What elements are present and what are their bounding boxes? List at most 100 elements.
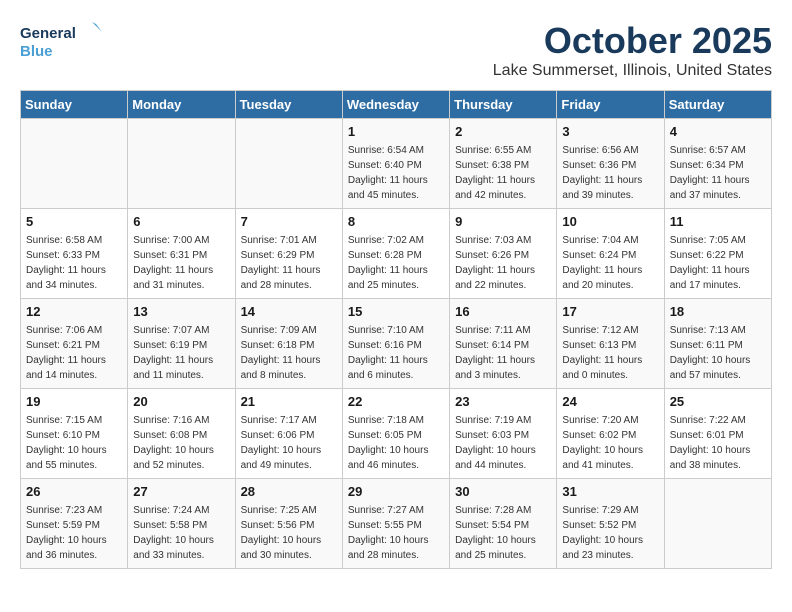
calendar-cell: 25 Sunrise: 7:22 AM Sunset: 6:01 PM Dayli… bbox=[664, 389, 771, 479]
day-info: Sunrise: 7:06 AM Sunset: 6:21 PM Dayligh… bbox=[26, 323, 122, 383]
day-info: Sunrise: 6:57 AM Sunset: 6:34 PM Dayligh… bbox=[670, 143, 766, 203]
day-number: 12 bbox=[26, 303, 122, 321]
day-number: 9 bbox=[455, 213, 551, 231]
day-number: 22 bbox=[348, 393, 444, 411]
svg-text:General: General bbox=[20, 25, 76, 42]
column-header-monday: Monday bbox=[128, 91, 235, 119]
calendar-cell: 31 Sunrise: 7:29 AM Sunset: 5:52 PM Dayli… bbox=[557, 479, 664, 569]
calendar-cell: 15Sunrise: 7:10 AM Sunset: 6:16 PM Dayli… bbox=[342, 299, 449, 389]
month-title: October 2025 bbox=[493, 20, 772, 62]
logo: General Blue bbox=[20, 20, 110, 64]
calendar-cell: 18Sunrise: 7:13 AM Sunset: 6:11 PM Dayli… bbox=[664, 299, 771, 389]
day-info: Sunrise: 7:20 AM Sunset: 6:02 PM Dayligh… bbox=[562, 413, 658, 473]
calendar-cell bbox=[128, 119, 235, 209]
calendar-cell: 20 Sunrise: 7:16 AM Sunset: 6:08 PM Dayli… bbox=[128, 389, 235, 479]
calendar-cell: 11 Sunrise: 7:05 AM Sunset: 6:22 PM Dayli… bbox=[664, 209, 771, 299]
calendar-cell: 30 Sunrise: 7:28 AM Sunset: 5:54 PM Dayli… bbox=[450, 479, 557, 569]
page-header: General Blue October 2025 Lake Summerset… bbox=[20, 20, 772, 80]
day-number: 4 bbox=[670, 123, 766, 141]
column-header-saturday: Saturday bbox=[664, 91, 771, 119]
day-info: Sunrise: 6:55 AM Sunset: 6:38 PM Dayligh… bbox=[455, 143, 551, 203]
day-info: Sunrise: 7:19 AM Sunset: 6:03 PM Dayligh… bbox=[455, 413, 551, 473]
calendar-cell: 5Sunrise: 6:58 AM Sunset: 6:33 PM Daylig… bbox=[21, 209, 128, 299]
calendar-week-3: 12 Sunrise: 7:06 AM Sunset: 6:21 PM Dayli… bbox=[21, 299, 772, 389]
calendar-cell: 9 Sunrise: 7:03 AM Sunset: 6:26 PM Daylig… bbox=[450, 209, 557, 299]
calendar-week-1: 1 Sunrise: 6:54 AM Sunset: 6:40 PM Daylig… bbox=[21, 119, 772, 209]
title-section: October 2025 Lake Summerset, Illinois, U… bbox=[493, 20, 772, 80]
day-info: Sunrise: 7:15 AM Sunset: 6:10 PM Dayligh… bbox=[26, 413, 122, 473]
day-info: Sunrise: 7:04 AM Sunset: 6:24 PM Dayligh… bbox=[562, 233, 658, 293]
calendar-cell bbox=[235, 119, 342, 209]
day-info: Sunrise: 7:01 AM Sunset: 6:29 PM Dayligh… bbox=[241, 233, 337, 293]
day-info: Sunrise: 7:25 AM Sunset: 5:56 PM Dayligh… bbox=[241, 503, 337, 563]
calendar-cell: 3 Sunrise: 6:56 AM Sunset: 6:36 PM Daylig… bbox=[557, 119, 664, 209]
day-number: 6 bbox=[133, 213, 229, 231]
calendar-cell: 22 Sunrise: 7:18 AM Sunset: 6:05 PM Dayli… bbox=[342, 389, 449, 479]
calendar-cell: 4 Sunrise: 6:57 AM Sunset: 6:34 PM Daylig… bbox=[664, 119, 771, 209]
day-info: Sunrise: 6:54 AM Sunset: 6:40 PM Dayligh… bbox=[348, 143, 444, 203]
calendar-cell: 10Sunrise: 7:04 AM Sunset: 6:24 PM Dayli… bbox=[557, 209, 664, 299]
day-info: Sunrise: 6:58 AM Sunset: 6:33 PM Dayligh… bbox=[26, 233, 122, 293]
day-info: Sunrise: 7:18 AM Sunset: 6:05 PM Dayligh… bbox=[348, 413, 444, 473]
day-number: 7 bbox=[241, 213, 337, 231]
calendar-cell: 1 Sunrise: 6:54 AM Sunset: 6:40 PM Daylig… bbox=[342, 119, 449, 209]
day-info: Sunrise: 6:56 AM Sunset: 6:36 PM Dayligh… bbox=[562, 143, 658, 203]
day-number: 25 bbox=[670, 393, 766, 411]
day-number: 21 bbox=[241, 393, 337, 411]
calendar-cell: 24Sunrise: 7:20 AM Sunset: 6:02 PM Dayli… bbox=[557, 389, 664, 479]
day-number: 27 bbox=[133, 483, 229, 501]
day-number: 14 bbox=[241, 303, 337, 321]
day-number: 28 bbox=[241, 483, 337, 501]
day-info: Sunrise: 7:03 AM Sunset: 6:26 PM Dayligh… bbox=[455, 233, 551, 293]
day-info: Sunrise: 7:23 AM Sunset: 5:59 PM Dayligh… bbox=[26, 503, 122, 563]
day-info: Sunrise: 7:24 AM Sunset: 5:58 PM Dayligh… bbox=[133, 503, 229, 563]
day-number: 16 bbox=[455, 303, 551, 321]
day-number: 23 bbox=[455, 393, 551, 411]
day-number: 11 bbox=[670, 213, 766, 231]
day-info: Sunrise: 7:29 AM Sunset: 5:52 PM Dayligh… bbox=[562, 503, 658, 563]
calendar-cell: 8 Sunrise: 7:02 AM Sunset: 6:28 PM Daylig… bbox=[342, 209, 449, 299]
calendar-cell: 27 Sunrise: 7:24 AM Sunset: 5:58 PM Dayli… bbox=[128, 479, 235, 569]
day-number: 20 bbox=[133, 393, 229, 411]
calendar-cell bbox=[21, 119, 128, 209]
day-info: Sunrise: 7:02 AM Sunset: 6:28 PM Dayligh… bbox=[348, 233, 444, 293]
calendar-header-row: SundayMondayTuesdayWednesdayThursdayFrid… bbox=[21, 91, 772, 119]
location-title: Lake Summerset, Illinois, United States bbox=[493, 62, 772, 80]
day-number: 30 bbox=[455, 483, 551, 501]
svg-text:Blue: Blue bbox=[20, 43, 53, 60]
calendar-week-5: 26 Sunrise: 7:23 AM Sunset: 5:59 PM Dayli… bbox=[21, 479, 772, 569]
calendar-cell: 19 Sunrise: 7:15 AM Sunset: 6:10 PM Dayli… bbox=[21, 389, 128, 479]
calendar-cell: 28 Sunrise: 7:25 AM Sunset: 5:56 PM Dayli… bbox=[235, 479, 342, 569]
day-info: Sunrise: 7:12 AM Sunset: 6:13 PM Dayligh… bbox=[562, 323, 658, 383]
calendar-cell: 2 Sunrise: 6:55 AM Sunset: 6:38 PM Daylig… bbox=[450, 119, 557, 209]
day-info: Sunrise: 7:27 AM Sunset: 5:55 PM Dayligh… bbox=[348, 503, 444, 563]
calendar-cell: 29 Sunrise: 7:27 AM Sunset: 5:55 PM Dayli… bbox=[342, 479, 449, 569]
day-info: Sunrise: 7:07 AM Sunset: 6:19 PM Dayligh… bbox=[133, 323, 229, 383]
day-number: 3 bbox=[562, 123, 658, 141]
day-info: Sunrise: 7:05 AM Sunset: 6:22 PM Dayligh… bbox=[670, 233, 766, 293]
day-number: 29 bbox=[348, 483, 444, 501]
column-header-friday: Friday bbox=[557, 91, 664, 119]
day-number: 2 bbox=[455, 123, 551, 141]
calendar-cell: 21Sunrise: 7:17 AM Sunset: 6:06 PM Dayli… bbox=[235, 389, 342, 479]
day-number: 31 bbox=[562, 483, 658, 501]
day-info: Sunrise: 7:09 AM Sunset: 6:18 PM Dayligh… bbox=[241, 323, 337, 383]
day-info: Sunrise: 7:28 AM Sunset: 5:54 PM Dayligh… bbox=[455, 503, 551, 563]
calendar-cell: 13Sunrise: 7:07 AM Sunset: 6:19 PM Dayli… bbox=[128, 299, 235, 389]
calendar-cell: 16 Sunrise: 7:11 AM Sunset: 6:14 PM Dayli… bbox=[450, 299, 557, 389]
calendar-cell: 7 Sunrise: 7:01 AM Sunset: 6:29 PM Daylig… bbox=[235, 209, 342, 299]
calendar-week-2: 5Sunrise: 6:58 AM Sunset: 6:33 PM Daylig… bbox=[21, 209, 772, 299]
day-number: 19 bbox=[26, 393, 122, 411]
day-number: 26 bbox=[26, 483, 122, 501]
column-header-tuesday: Tuesday bbox=[235, 91, 342, 119]
column-header-sunday: Sunday bbox=[21, 91, 128, 119]
day-info: Sunrise: 7:11 AM Sunset: 6:14 PM Dayligh… bbox=[455, 323, 551, 383]
day-info: Sunrise: 7:10 AM Sunset: 6:16 PM Dayligh… bbox=[348, 323, 444, 383]
calendar-cell: 26 Sunrise: 7:23 AM Sunset: 5:59 PM Dayli… bbox=[21, 479, 128, 569]
day-number: 1 bbox=[348, 123, 444, 141]
day-number: 8 bbox=[348, 213, 444, 231]
calendar-cell: 6Sunrise: 7:00 AM Sunset: 6:31 PM Daylig… bbox=[128, 209, 235, 299]
day-info: Sunrise: 7:16 AM Sunset: 6:08 PM Dayligh… bbox=[133, 413, 229, 473]
day-info: Sunrise: 7:22 AM Sunset: 6:01 PM Dayligh… bbox=[670, 413, 766, 473]
column-header-thursday: Thursday bbox=[450, 91, 557, 119]
